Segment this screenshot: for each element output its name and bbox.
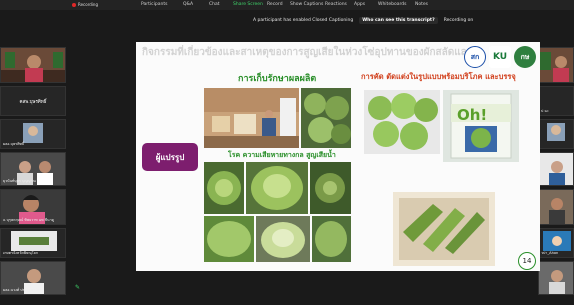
leaf-damage-photo bbox=[204, 216, 254, 262]
participants-button[interactable]: Participants bbox=[141, 2, 167, 7]
sorting-heading: การคัด ตัดแต่งในรูปแบบพร้อมบริโภค และบรร… bbox=[361, 72, 516, 81]
video-tile[interactable]: วปา_Ahon bbox=[538, 228, 574, 258]
participant-label: ยุวนันท์บุตร บุญญาณ bbox=[3, 179, 36, 183]
video-tile[interactable]: ยุวนันท์บุตร บุญญาณ bbox=[0, 152, 66, 186]
recording-label: Recording bbox=[78, 2, 99, 7]
show-captions-button[interactable]: Show Captions bbox=[290, 2, 323, 7]
boxed-lettuce-photo bbox=[393, 192, 495, 266]
participant-video-icon bbox=[547, 123, 565, 141]
video-tile[interactable]: ฉ บุรุษกฤษณ์ ทิพยวาท ฉพ ขีนาดู bbox=[0, 189, 66, 225]
apps-button[interactable]: Apps bbox=[354, 2, 365, 7]
lettuce-head-photo bbox=[256, 216, 310, 262]
participant-video-icon bbox=[539, 190, 573, 224]
recording-indicator: Recording bbox=[72, 2, 98, 7]
reactions-button[interactable]: Reactions bbox=[325, 2, 347, 7]
annotate-pencil-icon[interactable]: ✎ bbox=[75, 284, 80, 291]
ministry-logo: กษ bbox=[514, 46, 536, 68]
packaged-salad-photo: Oh! bbox=[443, 90, 519, 162]
slide-title: กิจกรรมที่เกี่ยวข้องและสาเหตุของการสูญเส… bbox=[142, 47, 472, 58]
video-tile[interactable]: ป ฉะ bbox=[538, 86, 574, 116]
recording-on-status: Recording on bbox=[443, 17, 474, 23]
logo-group: สก KU กษ bbox=[464, 46, 536, 68]
ku-logo: KU bbox=[489, 46, 511, 68]
video-tile[interactable]: เกษตรจังหวัดพิษณุโลก bbox=[0, 228, 66, 258]
wilted-lettuce-photo bbox=[310, 162, 351, 214]
diseased-lettuce-photo bbox=[204, 162, 244, 214]
participant-video-icon bbox=[539, 153, 573, 185]
meeting-toolbar: Recording Participants Q&A Chat Share Sc… bbox=[0, 0, 574, 10]
record-dot-icon bbox=[72, 2, 76, 7]
video-tile[interactable]: ผลอ.นวงศ์ ประทักษาโยนะ bbox=[0, 261, 66, 295]
participant-label: ผลอ.บุษรศิทธิ์ bbox=[3, 142, 25, 146]
participant-video-icon bbox=[539, 48, 573, 82]
participant-video-icon bbox=[539, 262, 573, 294]
lettuce-loss-photo bbox=[312, 216, 351, 262]
speaker-video-icon bbox=[1, 48, 65, 82]
participant-name: ฅสพ.บุษรศิทธิ์ bbox=[19, 100, 47, 106]
processor-label: ผู้แปรรูป bbox=[142, 143, 198, 171]
cold-storage-photo bbox=[204, 88, 299, 148]
shared-slide: กิจกรรมที่เกี่ยวข้องและสาเหตุของการสูญเส… bbox=[136, 42, 540, 271]
caption-message: A participant has enabled Closed Caption… bbox=[253, 17, 354, 23]
video-tile[interactable] bbox=[538, 189, 574, 225]
video-tile[interactable] bbox=[538, 47, 574, 83]
whiteboards-button[interactable]: Whiteboards bbox=[378, 2, 406, 7]
damage-heading: โรค ความเสียหายทางกล สูญเสียน้ำ bbox=[228, 151, 336, 159]
video-tile[interactable]: ผลอ.บุษรศิทธิ์ bbox=[0, 119, 66, 149]
package-brand-text: Oh! bbox=[457, 106, 487, 124]
caption-notice: A participant has enabled Closed Caption… bbox=[253, 16, 473, 24]
storage-heading: การเก็บรักษาผลผลิต bbox=[238, 74, 317, 84]
notes-button[interactable]: Notes bbox=[415, 2, 428, 7]
video-tile[interactable] bbox=[538, 119, 574, 149]
video-tile[interactable] bbox=[538, 261, 574, 295]
video-tile[interactable] bbox=[0, 47, 66, 83]
who-can-see-transcript-link[interactable]: Who can see this transcript? bbox=[359, 16, 438, 24]
video-tile[interactable]: ฅสพ.บุษรศิทธิ์ bbox=[0, 86, 66, 116]
participant-label: วปา_Ahon bbox=[541, 251, 559, 255]
agency-logo: สก bbox=[464, 46, 486, 68]
page-number-badge: 14 bbox=[518, 252, 536, 270]
participant-label: เกษตรจังหวัดพิษณุโลก bbox=[3, 251, 38, 255]
participant-label: ฉ บุรุษกฤษณ์ ทิพยวาท ฉพ ขีนาดู bbox=[3, 218, 54, 222]
record-button[interactable]: Record bbox=[267, 2, 283, 7]
qa-button[interactable]: Q&A bbox=[183, 2, 193, 7]
share-screen-button[interactable]: Share Screen bbox=[233, 2, 263, 7]
lettuce-crate-photo bbox=[301, 88, 351, 148]
video-tile[interactable] bbox=[538, 152, 574, 186]
trimmed-lettuce-photo bbox=[364, 90, 440, 154]
bruised-lettuce-photo bbox=[246, 162, 308, 214]
chat-button[interactable]: Chat bbox=[209, 2, 220, 7]
participant-label: ผลอ.นวงศ์ ประทักษาโยนะ bbox=[3, 288, 44, 292]
participant-label: ป ฉะ bbox=[541, 109, 549, 113]
